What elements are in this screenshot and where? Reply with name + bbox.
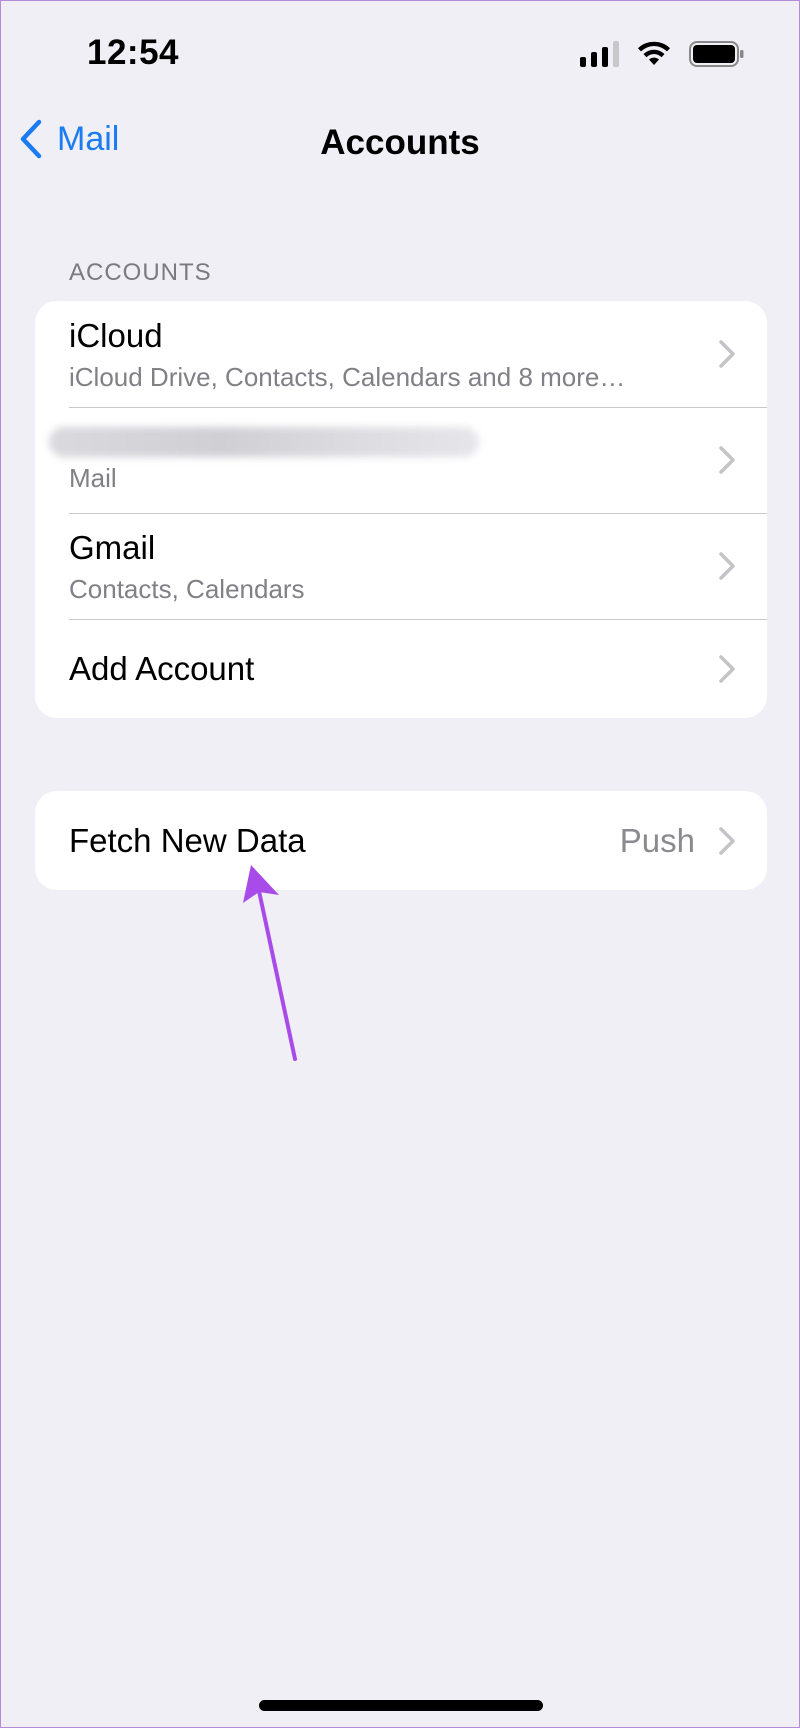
home-indicator [259,1700,543,1711]
annotation-arrow-icon [243,865,297,1061]
